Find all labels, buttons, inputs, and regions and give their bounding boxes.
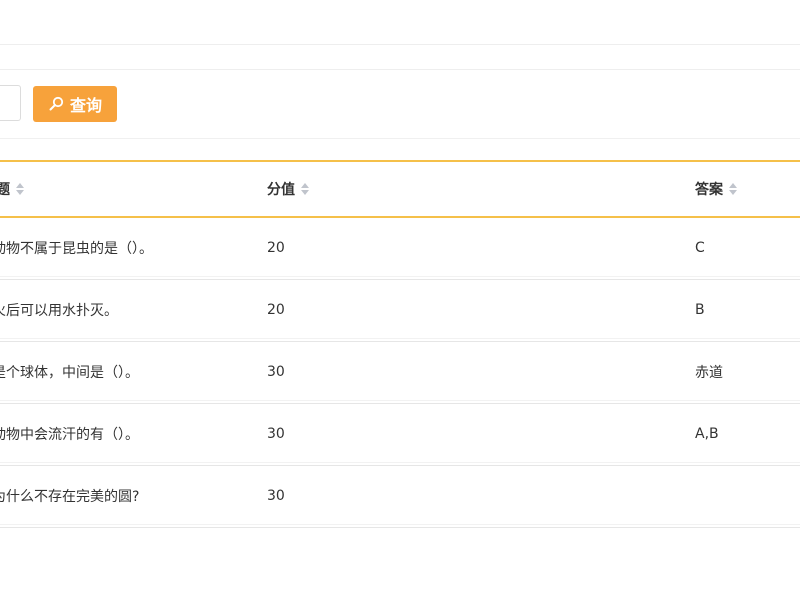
search-button-label: 查询 [69,96,102,115]
score-cell: 30 [267,426,285,442]
question-cell: 动物不属于昆虫的是（）。 [0,241,153,257]
search-input[interactable] [0,85,21,121]
answer-cell: B [695,302,705,318]
question-cell: 动物中会流汗的有（）。 [0,427,139,443]
score-cell: 20 [267,302,285,318]
sort-icon[interactable] [16,183,24,195]
divider [0,44,800,45]
answer-cell: A,B [695,426,719,442]
page: 查询 题 分值 答案 动物不属于昆虫的是（）。 20 C 火后可以用水扑灭。 2 [0,0,800,600]
questions-table: 题 分值 答案 动物不属于昆虫的是（）。 20 C 火后可以用水扑灭。 20 B… [0,160,800,528]
divider [0,69,800,70]
column-header-label: 题 [0,182,10,198]
column-header-question[interactable]: 题 [0,162,24,216]
score-cell: 30 [267,488,285,504]
divider [0,138,800,139]
column-header-label: 分值 [267,182,295,198]
search-button[interactable]: 查询 [33,86,117,122]
table-row[interactable]: 是个球体，中间是（）。 30 赤道 [0,342,800,404]
question-cell: 火后可以用水扑灭。 [0,303,118,319]
score-cell: 20 [267,240,285,256]
table-row[interactable]: 动物不属于昆虫的是（）。 20 C [0,218,800,280]
sort-icon[interactable] [729,183,737,195]
answer-cell: 赤道 [695,365,723,381]
table-row[interactable]: 为什么不存在完美的圆? 30 [0,466,800,528]
sort-icon[interactable] [301,183,309,195]
column-header-score[interactable]: 分值 [267,162,309,216]
answer-cell: C [695,240,705,256]
question-cell: 是个球体，中间是（）。 [0,365,139,381]
search-icon [48,96,64,112]
column-header-answer[interactable]: 答案 [695,162,737,216]
column-header-label: 答案 [695,182,723,198]
table-row[interactable]: 动物中会流汗的有（）。 30 A,B [0,404,800,466]
score-cell: 30 [267,364,285,380]
table-header: 题 分值 答案 [0,160,800,218]
question-cell: 为什么不存在完美的圆? [0,489,140,505]
table-row[interactable]: 火后可以用水扑灭。 20 B [0,280,800,342]
